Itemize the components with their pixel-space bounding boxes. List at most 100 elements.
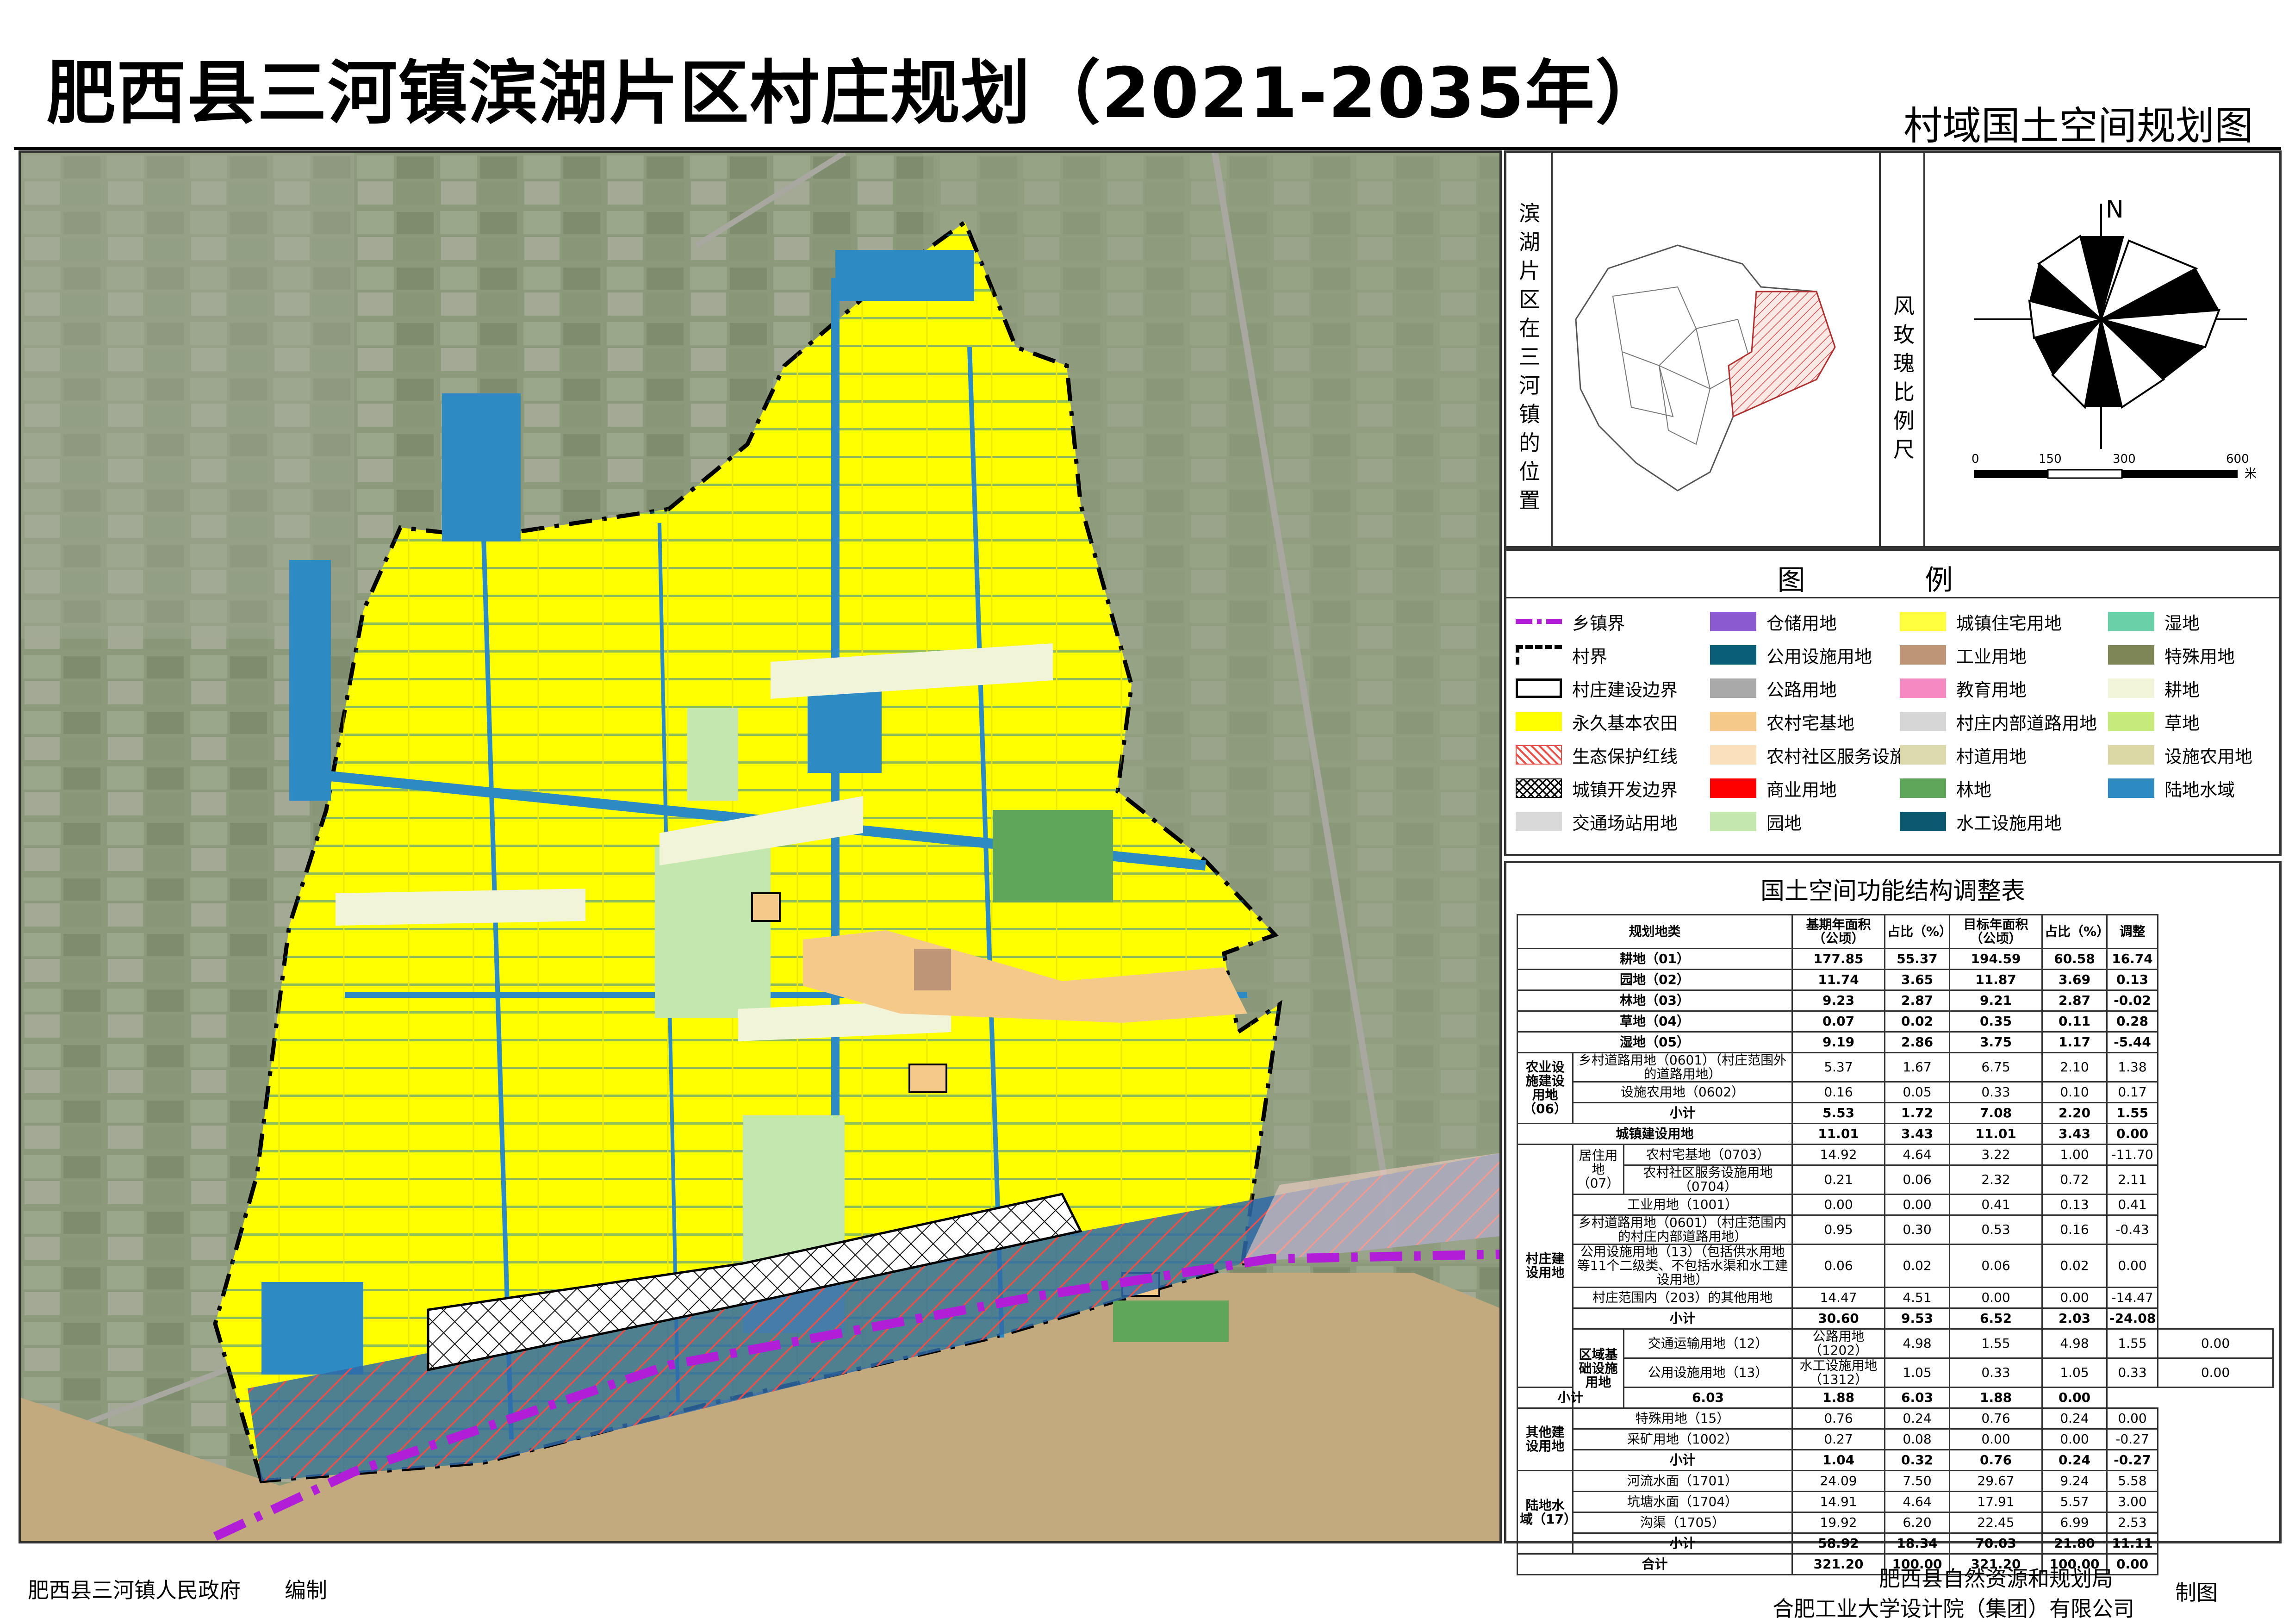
- table-cell: 0.95: [1791, 1214, 1886, 1245]
- legend-label: 永久基本农田: [1572, 713, 1678, 734]
- table-cell: 14.92: [1791, 1144, 1886, 1166]
- table-cell: 2.32: [1949, 1164, 2043, 1195]
- caption-char: 玫: [1893, 322, 1915, 347]
- table-cell: 4.98: [1884, 1328, 1951, 1359]
- table-cell: 22.45: [1949, 1512, 2043, 1534]
- table-cell: 4.98: [2041, 1328, 2108, 1359]
- table-cell: 2.53: [2106, 1512, 2159, 1534]
- legend-label: 水工设施用地: [1956, 813, 2062, 834]
- pond-north: [442, 393, 521, 541]
- table-cell: 0.00: [2106, 1553, 2159, 1575]
- caption-char: 尺: [1893, 437, 1915, 462]
- table-cell: 2.03: [2041, 1307, 2108, 1330]
- table-cell: 2.20: [2041, 1102, 2108, 1124]
- legend-swatch: [1900, 645, 1946, 665]
- legend-item: 村道用地: [1900, 743, 2027, 767]
- table-cell: 1.55: [1949, 1328, 2043, 1359]
- caption-char: 比: [1893, 380, 1915, 404]
- legend-swatch: [1900, 612, 1946, 631]
- table-cell: 9.24: [2041, 1470, 2108, 1492]
- table-cell: 城镇建设用地: [1516, 1123, 1793, 1145]
- legend-item: 园地: [1710, 810, 1802, 834]
- table-cell: 11.01: [1791, 1123, 1886, 1145]
- table-cell: 0.00: [1949, 1428, 2043, 1450]
- caption-char: 的: [1519, 430, 1540, 455]
- table-cell: 1.55: [2106, 1328, 2159, 1359]
- table-row: 湿地（05） 9.19 2.86 3.75 1.17 -5.44: [1516, 1031, 2273, 1053]
- table-cell: 0.24: [2041, 1407, 2108, 1430]
- scale-tick-600: 600: [2226, 452, 2249, 466]
- table-cell: 6.20: [1884, 1512, 1951, 1534]
- legend-label: 村界: [1572, 646, 1608, 667]
- table-cell: 0.33: [1949, 1081, 2043, 1103]
- table-cell: 2.87: [1884, 989, 1951, 1012]
- table-header: 基期年面积（公顷）: [1791, 914, 1886, 949]
- table-cell: -0.27: [2106, 1449, 2159, 1471]
- land-use-table: 规划地类 基期年面积（公顷） 占比（%） 目标年面积（公顷） 占比（%） 调整 耕地（01）…: [1516, 914, 2274, 1575]
- table-cell: 湿地（05）: [1516, 1031, 1793, 1053]
- table-cell: 村庄范围内（203）的其他用地: [1572, 1287, 1793, 1309]
- caption-char: 镇: [1519, 402, 1540, 427]
- caption-char: 在: [1519, 316, 1540, 341]
- table-cell: 6.03: [1884, 1387, 1951, 1409]
- table-cell: 公用设施用地（13）（包括供水用地等11个二级类、不包括水渠和水工建设用地）: [1572, 1244, 1793, 1288]
- location-label-column: 滨湖片区在三河镇的位置: [1506, 153, 1553, 546]
- table-row: 园地（02） 11.74 3.65 11.87 3.69 0.13: [1516, 969, 2273, 991]
- table-cell: 5.57: [2041, 1491, 2108, 1513]
- table-cell: 0.33: [1949, 1357, 2043, 1388]
- table-cell: 0.30: [1884, 1214, 1951, 1245]
- table-cell: 19.92: [1791, 1512, 1886, 1534]
- table-cell: 3.00: [2106, 1491, 2159, 1513]
- table-title: 国土空间功能结构调整表: [1760, 877, 2025, 905]
- table-cell: 70.03: [1949, 1532, 2043, 1555]
- table-row: 耕地（01） 177.85 55.37 194.59 60.58 16.74: [1516, 948, 2273, 970]
- table-cell: 5.58: [2106, 1470, 2159, 1492]
- table-cell: 采矿用地（1002）: [1572, 1428, 1793, 1450]
- legend-label: 耕地: [2164, 679, 2200, 700]
- legend-label: 生态保护红线: [1572, 746, 1678, 767]
- legend-swatch: [1900, 712, 1946, 731]
- table-cell: 小计: [1517, 1387, 1624, 1409]
- table-row: 坑塘水面（1704） 14.91 4.64 17.91 5.57 3.00: [1518, 1491, 2273, 1513]
- map-view[interactable]: [19, 150, 1502, 1543]
- legend-label: 城镇开发边界: [1572, 779, 1678, 800]
- legend-label: 城镇住宅用地: [1956, 613, 2062, 634]
- caption-char: 瑰: [1893, 351, 1915, 376]
- legend-swatch: [2108, 745, 2154, 765]
- table-cell: 小计: [1572, 1102, 1793, 1124]
- table-cell: 9.23: [1791, 989, 1886, 1012]
- table-cell: 1.55: [2106, 1102, 2159, 1124]
- legend-item: 工业用地: [1900, 643, 2027, 667]
- table-cell: 16.74: [2106, 948, 2159, 970]
- legend-item: 教育用地: [1900, 677, 2027, 700]
- legend-swatch: [2108, 645, 2154, 665]
- legend-item: 村庄内部道路用地: [1900, 710, 2097, 734]
- table-cell: 5.53: [1791, 1102, 1886, 1124]
- table-subgroup-cell: 交通运输用地（12）: [1623, 1328, 1793, 1359]
- table-cell: 14.91: [1791, 1491, 1886, 1513]
- table-row: 其他建设用地 特殊用地（15） 0.76 0.24 0.76 0.24 0.00: [1517, 1407, 2273, 1471]
- table-cell: 1.88: [1791, 1387, 1886, 1409]
- legend-label: 交通场站用地: [1572, 813, 1678, 834]
- table-cell: 0.24: [2041, 1449, 2108, 1471]
- legend-swatch: [1710, 712, 1756, 731]
- table-cell: 6.75: [1949, 1052, 2043, 1083]
- table-cell: 乡村道路用地（0601）（村庄范围外的道路用地）: [1572, 1052, 1793, 1083]
- table-cell: 3.69: [2041, 969, 2108, 991]
- table-header-row: 规划地类 基期年面积（公顷） 占比（%） 目标年面积（公顷） 占比（%） 调整: [1516, 914, 2273, 949]
- caption-char: 湖: [1519, 230, 1540, 255]
- legend-label: 乡镇界: [1572, 613, 1625, 634]
- legend-item: 城镇开发边界: [1516, 777, 1678, 800]
- table-row: 小计 30.60 9.53 6.52 2.03 -24.08: [1518, 1307, 2273, 1330]
- table-cell: 0.16: [1791, 1081, 1886, 1103]
- table-cell: 0.41: [1949, 1194, 2043, 1216]
- table-cell: 11.11: [2106, 1532, 2159, 1555]
- table-group-cell: 农业设施建设用地（06）: [1517, 1052, 1574, 1124]
- table-cell: -24.08: [2106, 1307, 2159, 1330]
- legend-item: 交通场站用地: [1516, 810, 1678, 834]
- scale-label-column: 风玫瑰比例尺: [1879, 153, 1925, 546]
- caption-char: 位: [1519, 459, 1540, 484]
- table-cell: 0.13: [2106, 969, 2159, 991]
- scale-unit: 米: [2245, 467, 2257, 481]
- legend-swatch: [2108, 712, 2154, 731]
